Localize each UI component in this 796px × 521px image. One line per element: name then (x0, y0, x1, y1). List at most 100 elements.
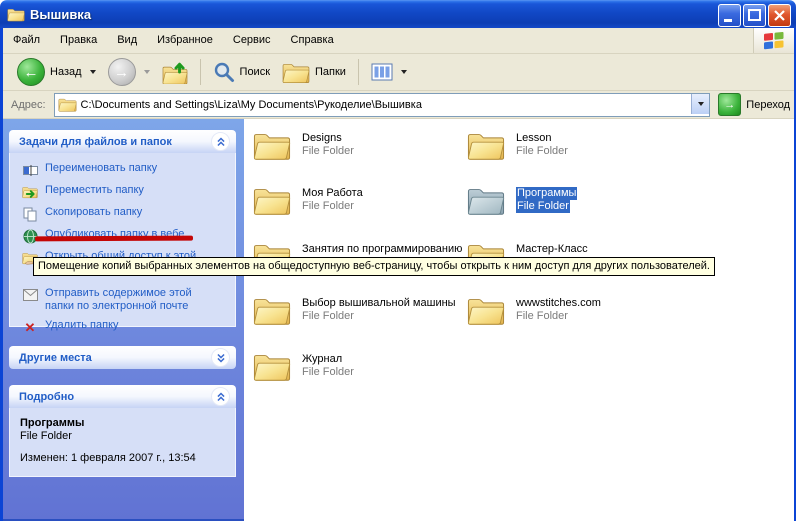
folder-name[interactable]: wwwstitches.com (516, 297, 601, 310)
minimize-icon (720, 6, 739, 25)
folder-name[interactable]: Журнал (302, 353, 354, 366)
views-icon (371, 63, 393, 81)
collapse-button[interactable] (211, 132, 230, 151)
minimize-button[interactable] (718, 4, 741, 27)
folder-icon[interactable] (467, 130, 505, 161)
details-item-modified: Изменен: 1 февраля 2007 г., 13:54 (20, 452, 225, 464)
back-dropdown-icon[interactable] (90, 70, 96, 74)
folder-item-moya-rabota[interactable]: Моя РаботаFile Folder (253, 185, 463, 216)
annotation-red-underline (35, 236, 193, 242)
up-folder-icon (162, 60, 188, 84)
file-tasks-header[interactable]: Задачи для файлов и папок (9, 130, 236, 153)
details-body: Программы File Folder Изменен: 1 февраля… (9, 408, 236, 477)
chevron-up-icon (214, 390, 228, 404)
menu-help[interactable]: Справка (281, 28, 344, 53)
folder-name[interactable]: Мастер-Класс (516, 243, 588, 256)
up-button[interactable] (156, 57, 194, 87)
details-item-name: Программы (20, 417, 225, 429)
task-email-folder[interactable]: Отправить содержимое этой папки по элект… (10, 284, 211, 316)
views-dropdown-icon[interactable] (401, 70, 407, 74)
folder-type-label: File Folder (516, 310, 601, 323)
search-label: Поиск (240, 66, 270, 78)
folder-name[interactable]: Designs (302, 132, 354, 145)
menu-view[interactable]: Вид (107, 28, 147, 53)
search-icon (213, 61, 235, 83)
rename-icon (22, 162, 38, 178)
details-header[interactable]: Подробно (9, 385, 236, 408)
task-copy-folder[interactable]: Скопировать папку (10, 203, 235, 225)
collapse-button[interactable] (211, 387, 230, 406)
folder-type-label: File Folder (302, 200, 363, 213)
details-panel: Подробно Программы File Folder Изменен: … (9, 385, 236, 477)
task-label[interactable]: Переименовать папку (45, 162, 157, 175)
task-move-folder[interactable]: Переместить папку (10, 181, 235, 203)
folder-item-zhurnal[interactable]: ЖурналFile Folder (253, 351, 463, 382)
delete-icon: ✕ (22, 319, 38, 335)
copy-icon (22, 206, 38, 222)
address-folder-icon (58, 97, 77, 112)
address-path[interactable]: C:\Documents and Settings\Liza\My Docume… (81, 99, 422, 111)
file-tasks-panel: Задачи для файлов и папок Переименовать … (9, 130, 236, 327)
file-list-area[interactable]: DesignsFile Folder LessonFile Folder Моя… (244, 119, 794, 521)
folder-name[interactable]: Программы (516, 187, 577, 200)
forward-button[interactable]: → (102, 57, 156, 87)
maximize-button[interactable] (743, 4, 766, 27)
close-button[interactable] (768, 4, 791, 27)
task-rename-folder[interactable]: Переименовать папку (10, 159, 235, 181)
folder-item-lesson[interactable]: LessonFile Folder (467, 130, 677, 161)
other-places-header[interactable]: Другие места (9, 346, 236, 369)
maximize-icon (745, 6, 764, 25)
folder-icon[interactable] (467, 295, 505, 326)
address-dropdown-icon (698, 102, 704, 106)
folder-name[interactable]: Выбор вышивальной машины (302, 297, 456, 310)
folders-icon (282, 61, 310, 84)
task-pane-sidebar: Задачи для файлов и папок Переименовать … (3, 119, 244, 521)
window-folder-icon (7, 7, 25, 22)
go-button[interactable]: → Переход (718, 93, 790, 116)
folder-type-label: File Folder (516, 200, 570, 213)
task-label[interactable]: Переместить папку (45, 184, 144, 197)
menu-edit[interactable]: Правка (50, 28, 107, 53)
folder-item-vybor-mashiny[interactable]: Выбор вышивальной машиныFile Folder (253, 295, 463, 326)
forward-dropdown-icon[interactable] (144, 70, 150, 74)
folder-icon[interactable] (253, 295, 291, 326)
address-combo[interactable]: C:\Documents and Settings\Liza\My Docume… (54, 93, 711, 117)
back-icon: ← (17, 58, 45, 86)
expand-button[interactable] (211, 348, 230, 367)
forward-icon: → (108, 58, 136, 86)
folder-icon-selected[interactable] (467, 185, 505, 216)
menu-favorites[interactable]: Избранное (147, 28, 223, 53)
menu-file[interactable]: Файл (3, 28, 50, 53)
folder-item-designs[interactable]: DesignsFile Folder (253, 130, 463, 161)
desktop: { "window": { "title": "Вышивка" }, "men… (0, 0, 796, 521)
folder-name[interactable]: Занятия по программированию (302, 243, 462, 256)
go-label: Переход (746, 99, 790, 111)
title-bar[interactable]: Вышивка (0, 0, 796, 28)
menu-tools[interactable]: Сервис (223, 28, 281, 53)
back-button[interactable]: ← Назад (11, 57, 102, 87)
address-dropdown-button[interactable] (691, 94, 709, 114)
task-label[interactable]: Удалить папку (45, 319, 119, 332)
search-button[interactable]: Поиск (207, 57, 276, 87)
details-title: Подробно (19, 391, 74, 403)
folder-icon[interactable] (253, 351, 291, 382)
windows-logo (753, 28, 794, 53)
views-button[interactable] (365, 57, 413, 87)
folder-item-programmy-selected[interactable]: ПрограммыFile Folder (467, 185, 677, 216)
folder-item-wwwstitches[interactable]: wwwstitches.comFile Folder (467, 295, 677, 326)
task-label[interactable]: Скопировать папку (45, 206, 142, 219)
menu-bar: Файл Правка Вид Избранное Сервис Справка (3, 28, 794, 54)
move-icon (22, 184, 38, 200)
folder-type-label: File Folder (302, 366, 354, 379)
task-delete-folder[interactable]: ✕ Удалить папку (10, 316, 235, 338)
folder-icon[interactable] (253, 130, 291, 161)
standard-toolbar: ← Назад → Поиск Папки (3, 54, 794, 91)
folder-type-label: File Folder (302, 145, 354, 158)
details-item-type: File Folder (20, 430, 225, 442)
folders-button[interactable]: Папки (276, 57, 352, 87)
folder-icon[interactable] (253, 185, 291, 216)
folder-name[interactable]: Lesson (516, 132, 568, 145)
folder-name[interactable]: Моя Работа (302, 187, 363, 200)
task-label[interactable]: Отправить содержимое этой папки по элект… (45, 287, 207, 313)
folder-type-label: File Folder (516, 145, 568, 158)
